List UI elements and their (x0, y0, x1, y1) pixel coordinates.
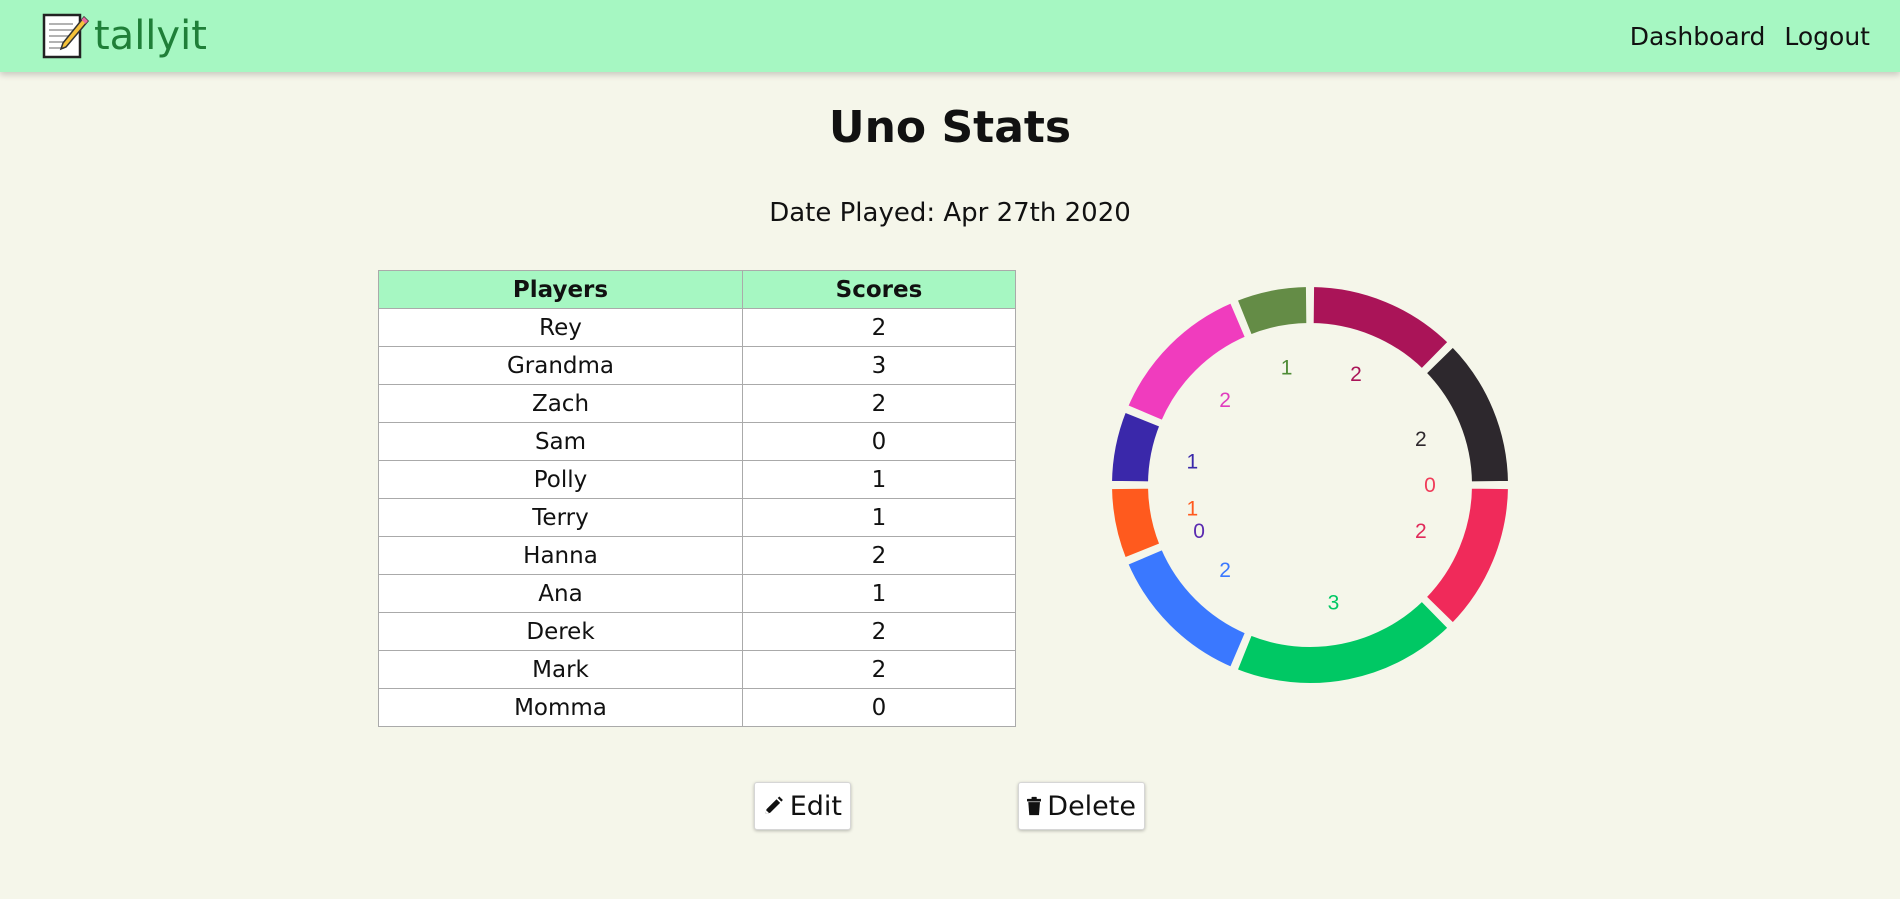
donut-value-label-grandma: 3 (1328, 592, 1340, 615)
column-header-players: Players (378, 270, 743, 309)
player-name: Ana (378, 574, 743, 613)
player-score: 2 (742, 384, 1016, 423)
table-row: Momma 0 (378, 688, 1016, 727)
donut-value-label-hanna: 2 (1219, 389, 1231, 412)
navbar: tallyit Dashboard Logout (0, 0, 1900, 72)
brand-name: tallyit (94, 13, 207, 59)
player-score: 2 (742, 308, 1016, 347)
donut-slice-grandma (1232, 596, 1453, 687)
player-score: 1 (742, 574, 1016, 613)
date-played: Date Played: Apr 27th 2020 (769, 198, 1131, 228)
donut-value-label-ana: 1 (1281, 356, 1293, 379)
player-score: 2 (742, 536, 1016, 575)
edit-button-label: Edit (789, 790, 842, 822)
delete-button-label: Delete (1047, 790, 1136, 822)
table-header-row: Players Scores (378, 270, 1016, 309)
nav-dashboard-link[interactable]: Dashboard (1630, 22, 1766, 51)
table-row: Ana 1 (378, 574, 1016, 613)
donut-value-label-derek: 2 (1350, 363, 1362, 386)
nav-links: Dashboard Logout (1611, 0, 1870, 72)
player-name: Sam (378, 422, 743, 461)
player-score: 0 (742, 422, 1016, 461)
player-score: 2 (742, 612, 1016, 651)
donut-value-label-polly: 1 (1186, 497, 1198, 520)
donut-slice-ana (1232, 282, 1311, 340)
donut-value-label-zach: 2 (1219, 559, 1231, 582)
donut-value-label-terry: 1 (1186, 451, 1198, 474)
table-row: Hanna 2 (378, 536, 1016, 575)
table-row: Mark 2 (378, 650, 1016, 689)
table-row: Zach 2 (378, 384, 1016, 423)
donut-slice-polly (1107, 484, 1165, 563)
player-score: 1 (742, 460, 1016, 499)
donut-slice-terry (1107, 407, 1165, 486)
player-score: 2 (742, 650, 1016, 689)
donut-slice-rey (1421, 484, 1513, 628)
player-name: Zach (378, 384, 743, 423)
player-name: Mark (378, 650, 743, 689)
player-name: Grandma (378, 346, 743, 385)
brand-logo[interactable]: tallyit (40, 10, 207, 62)
trash-icon (1027, 796, 1042, 816)
donut-slice-mark (1421, 342, 1513, 486)
player-name: Momma (378, 688, 743, 727)
score-donut-chart: 23201121220 (1100, 275, 1520, 695)
delete-button[interactable]: Delete (1018, 782, 1145, 830)
pencil-icon (765, 796, 783, 814)
donut-chart-svg: 23201121 220 (1107, 282, 1513, 687)
donut-value-label-mark: 2 (1415, 428, 1427, 451)
player-name: Rey (378, 308, 743, 347)
donut-value-label-momma: 0 (1424, 474, 1436, 497)
notepad-pencil-icon (42, 13, 90, 59)
donut-slice-derek (1309, 282, 1453, 374)
table-row: Derek 2 (378, 612, 1016, 651)
column-header-scores: Scores (742, 270, 1016, 309)
player-score: 1 (742, 498, 1016, 537)
player-name: Hanna (378, 536, 743, 575)
scores-table: Players Scores Rey 2 Grandma 3 Zach 2 Sam 0 … (378, 270, 1016, 727)
player-score: 3 (742, 346, 1016, 385)
nav-logout-link[interactable]: Logout (1784, 22, 1870, 51)
page-title: Uno Stats (828, 102, 1072, 153)
player-name: Polly (378, 460, 743, 499)
edit-button[interactable]: Edit (754, 782, 851, 830)
table-row: Sam 0 (378, 422, 1016, 461)
donut-value-label-rey: 2 (1415, 520, 1427, 543)
player-name: Derek (378, 612, 743, 651)
donut-value-label-sam: 0 (1193, 520, 1205, 543)
table-row: Grandma 3 (378, 346, 1016, 385)
table-row: Polly 1 (378, 460, 1016, 499)
table-row: Terry 1 (378, 498, 1016, 537)
player-name: Terry (378, 498, 743, 537)
player-score: 0 (742, 688, 1016, 727)
table-row: Rey 2 (378, 308, 1016, 347)
